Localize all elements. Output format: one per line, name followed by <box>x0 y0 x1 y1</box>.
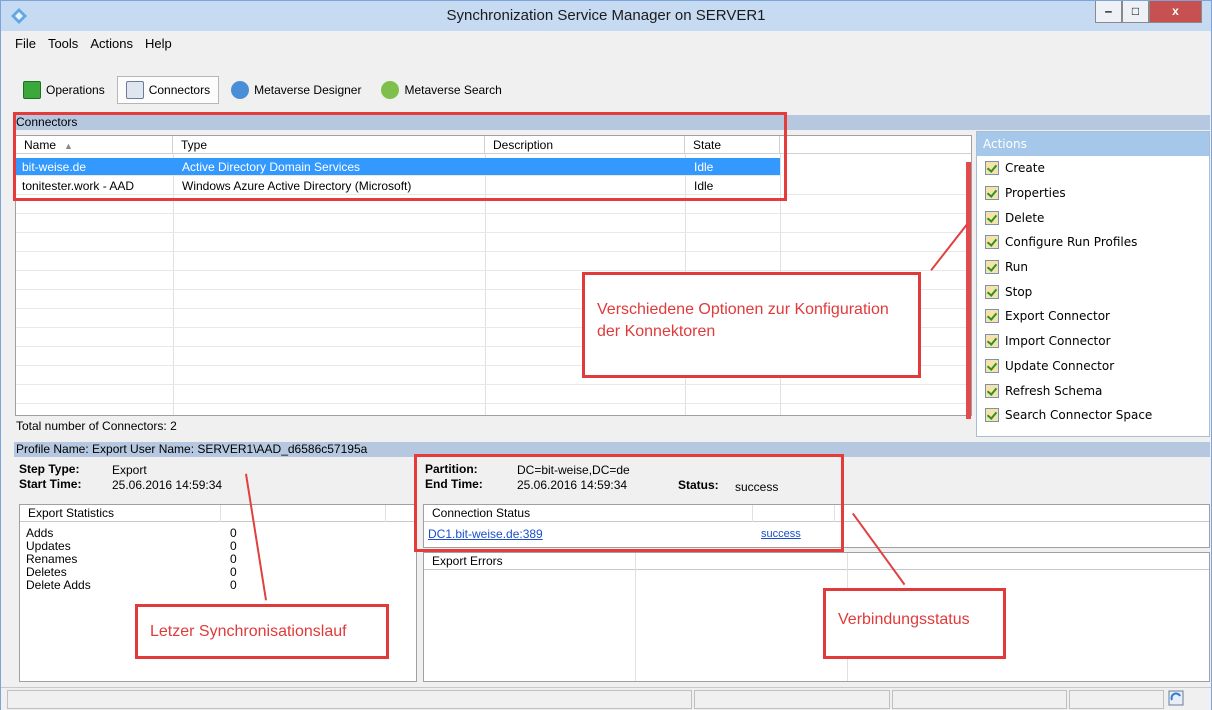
metaverse-search-icon <box>381 81 400 99</box>
sync-status-icon <box>1168 690 1184 706</box>
connectors-label: Connectors <box>148 83 211 97</box>
profile-header: Profile Name: Export User Name: SERVER1\… <box>16 442 368 456</box>
action-refresh-schema[interactable]: Refresh Schema <box>977 378 1209 403</box>
app-window: Synchronization Service Manager on SERVE… <box>0 0 1212 710</box>
action-search-connector-space[interactable]: Search Connector Space <box>977 403 1209 428</box>
task-icon <box>985 309 999 324</box>
action-create[interactable]: Create <box>977 156 1209 181</box>
export-errors-title: Export Errors <box>424 553 1209 570</box>
window-title: Synchronization Service Manager on SERVE… <box>446 7 766 24</box>
metaverse-designer-icon <box>231 81 250 99</box>
title-bar[interactable]: Synchronization Service Manager on SERVE… <box>1 1 1211 31</box>
actions-highlight-bar <box>966 162 971 419</box>
status-bar <box>1 687 1211 710</box>
operations-label: Operations <box>46 83 105 97</box>
connection-annotation: Verbindungsstatus <box>823 588 1006 659</box>
task-icon <box>985 358 999 373</box>
action-update-connector[interactable]: Update Connector <box>977 354 1209 379</box>
maximize-button[interactable]: □ <box>1122 1 1149 23</box>
connector-count: Total number of Connectors: 2 <box>16 419 177 433</box>
metaverse-designer-label: Metaverse Designer <box>254 83 362 97</box>
task-icon <box>985 284 999 299</box>
action-stop[interactable]: Stop <box>977 279 1209 304</box>
task-icon <box>985 235 999 250</box>
step-type-label: Step Type: <box>19 462 80 476</box>
close-button[interactable]: x <box>1149 1 1202 23</box>
metaverse-search-button[interactable]: Metaverse Search <box>373 76 509 104</box>
menu-file[interactable]: File <box>9 33 42 53</box>
task-icon <box>985 186 999 201</box>
action-import-connector[interactable]: Import Connector <box>977 329 1209 354</box>
connectors-icon <box>125 81 144 99</box>
task-icon <box>985 408 999 423</box>
connectors-button[interactable]: Connectors <box>116 76 220 104</box>
step-type-value: Export <box>112 463 147 477</box>
toolbar: Operations Connectors Metaverse Designer… <box>15 76 514 104</box>
start-time-value: 25.06.2016 14:59:34 <box>112 478 223 492</box>
stat-value: 0 <box>230 578 237 592</box>
actions-panel: Actions Create Properties Delete Configu… <box>976 131 1210 437</box>
operations-icon <box>23 81 41 99</box>
connectors-highlight-frame <box>13 112 787 201</box>
task-icon <box>985 210 999 225</box>
metaverse-designer-button[interactable]: Metaverse Designer <box>223 76 369 104</box>
minimize-button[interactable]: ‒ <box>1095 1 1122 23</box>
action-delete[interactable]: Delete <box>977 205 1209 230</box>
export-errors-panel[interactable]: Export Errors <box>423 552 1210 682</box>
stat-label: Delete Adds <box>26 578 91 592</box>
action-configure-run-profiles[interactable]: Configure Run Profiles <box>977 230 1209 255</box>
connection-highlight-frame <box>414 454 844 552</box>
task-icon <box>985 260 999 275</box>
menu-bar: File Tools Actions Help <box>9 33 178 53</box>
menu-help[interactable]: Help <box>139 33 178 53</box>
menu-actions[interactable]: Actions <box>84 33 139 53</box>
metaverse-search-label: Metaverse Search <box>404 83 502 97</box>
task-icon <box>985 161 999 176</box>
action-properties[interactable]: Properties <box>977 181 1209 206</box>
task-icon <box>985 383 999 398</box>
actions-title: Actions <box>977 132 1209 156</box>
menu-tools[interactable]: Tools <box>42 33 84 53</box>
export-statistics-title: Export Statistics <box>20 505 416 522</box>
options-annotation: Verschiedene Optionen zur Konfiguration … <box>582 272 921 378</box>
action-export-connector[interactable]: Export Connector <box>977 304 1209 329</box>
operations-button[interactable]: Operations <box>15 76 113 104</box>
last-run-annotation: Letzer Synchronisationslauf <box>135 604 389 659</box>
start-time-label: Start Time: <box>19 477 82 491</box>
task-icon <box>985 334 999 349</box>
action-run[interactable]: Run <box>977 255 1209 280</box>
